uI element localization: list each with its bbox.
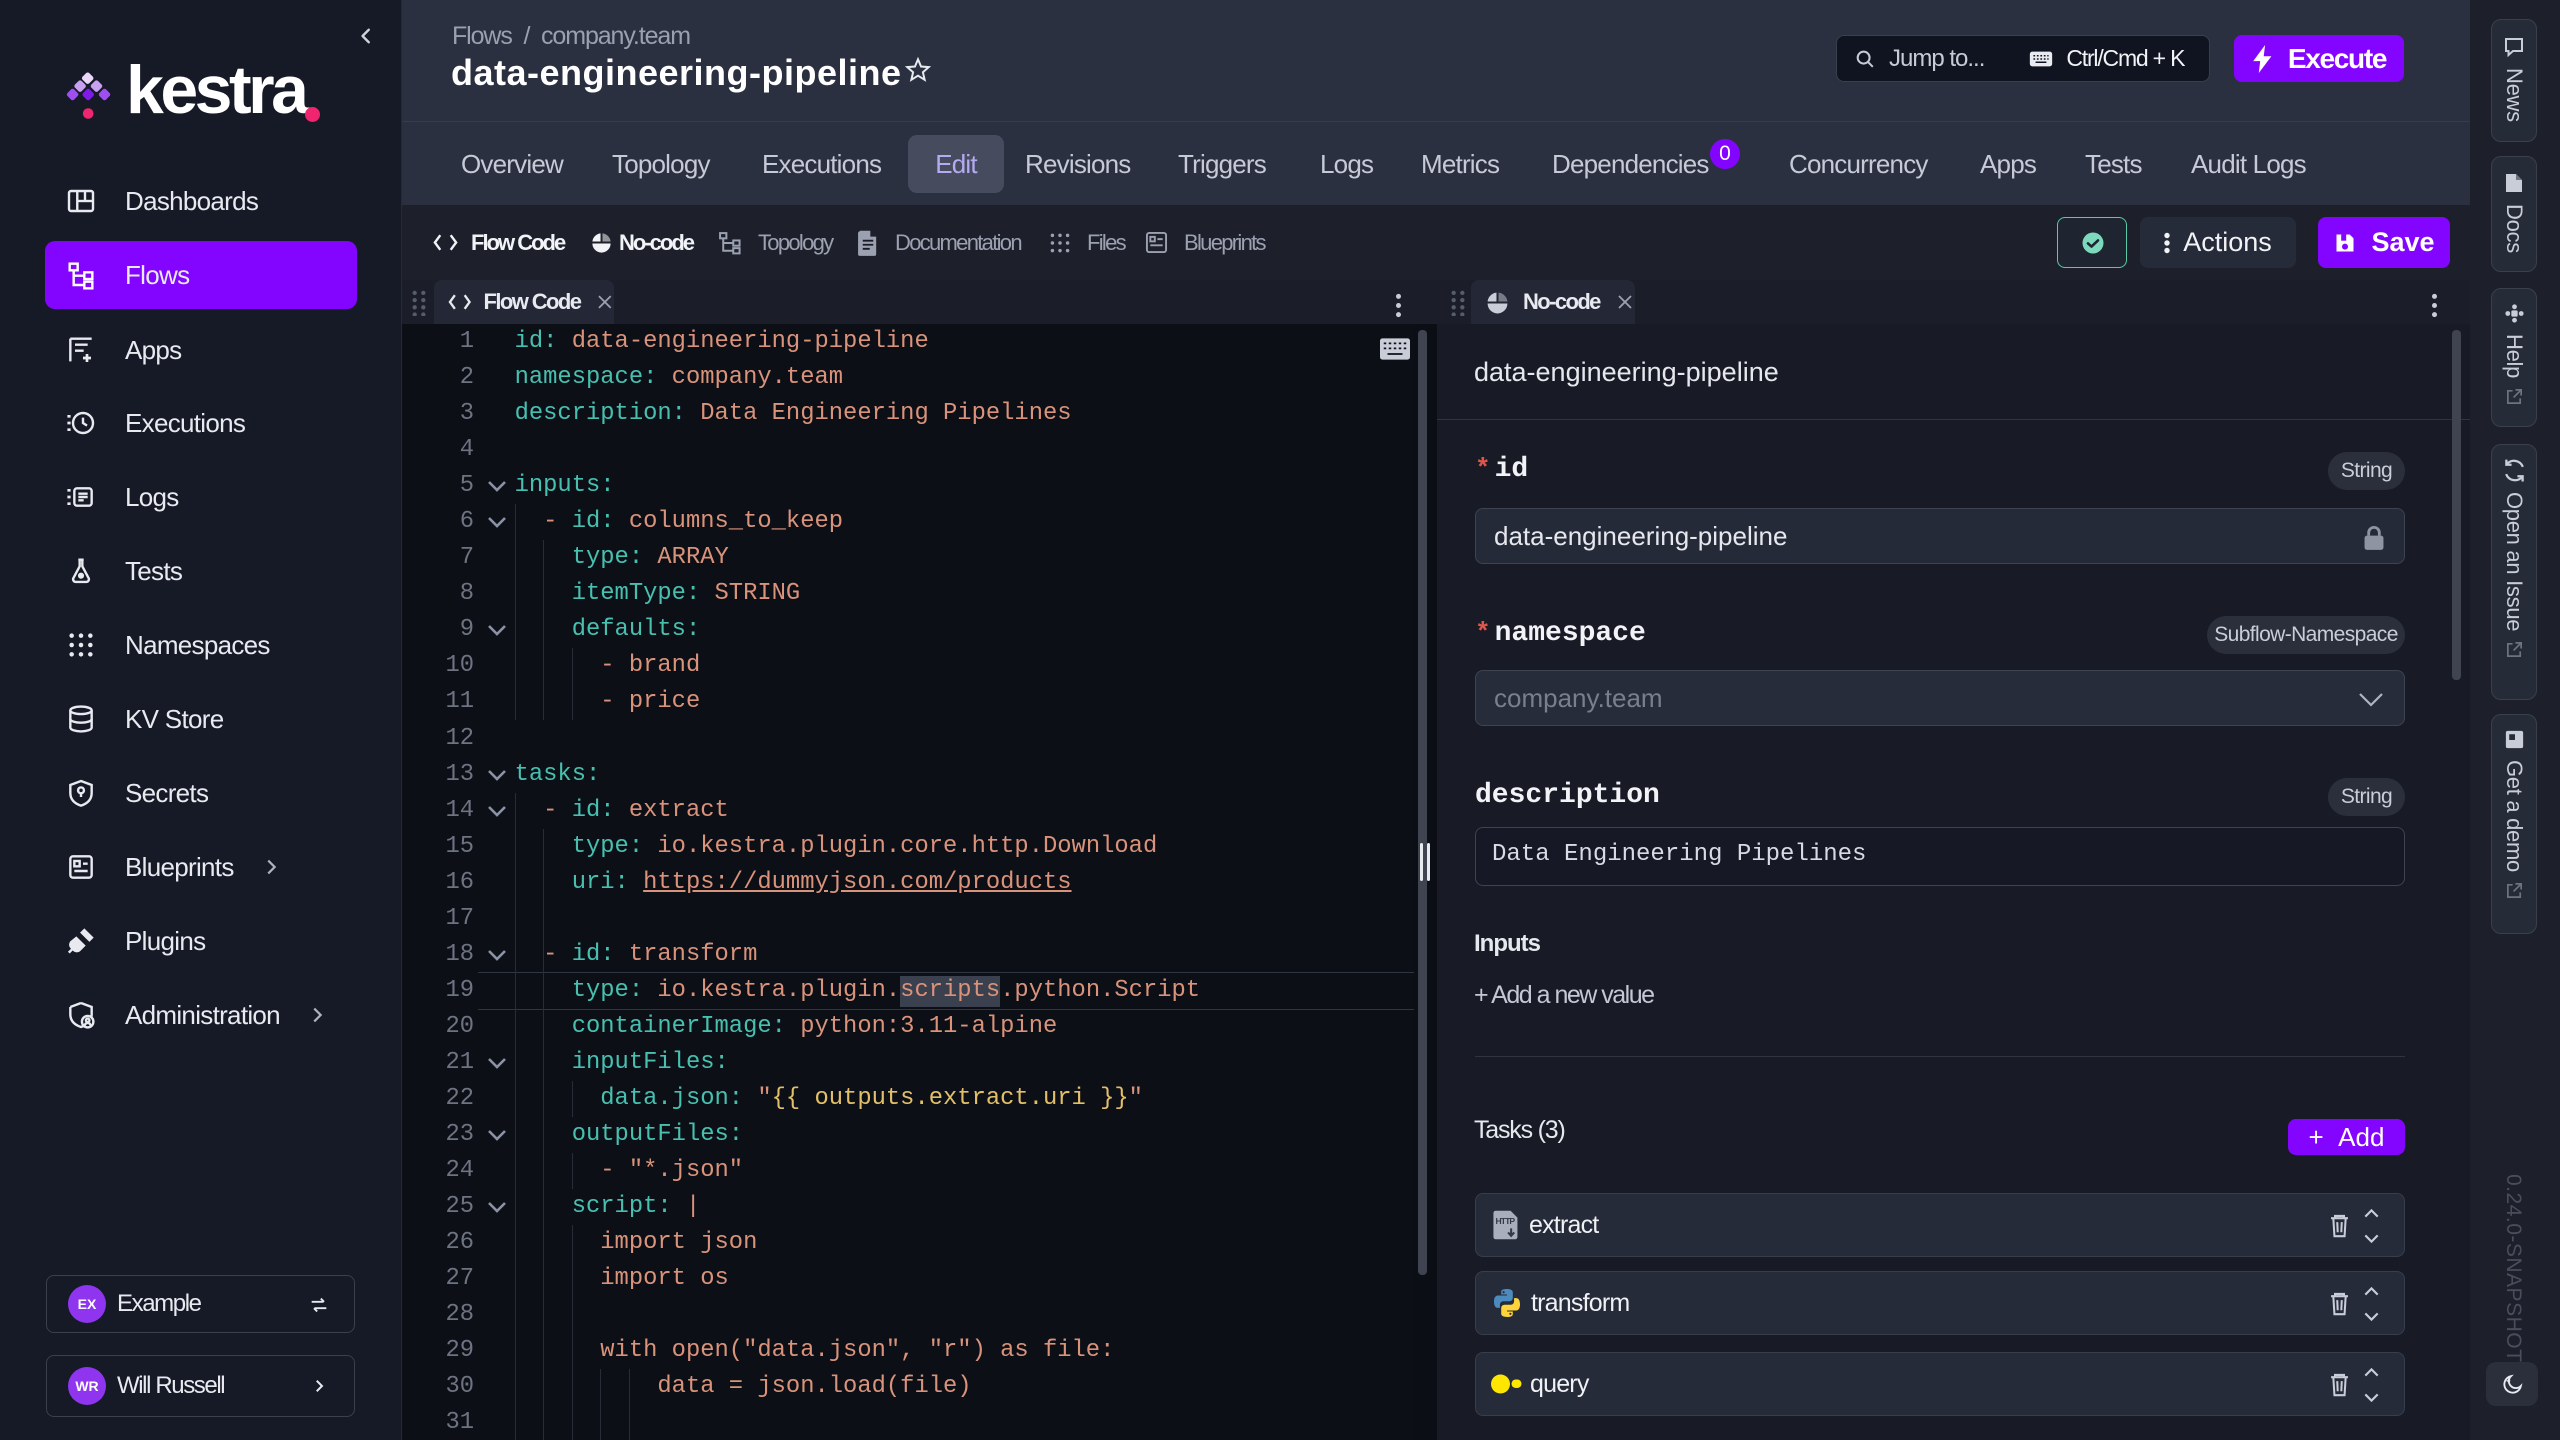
svg-text:HTTP: HTTP [1496, 1216, 1516, 1226]
